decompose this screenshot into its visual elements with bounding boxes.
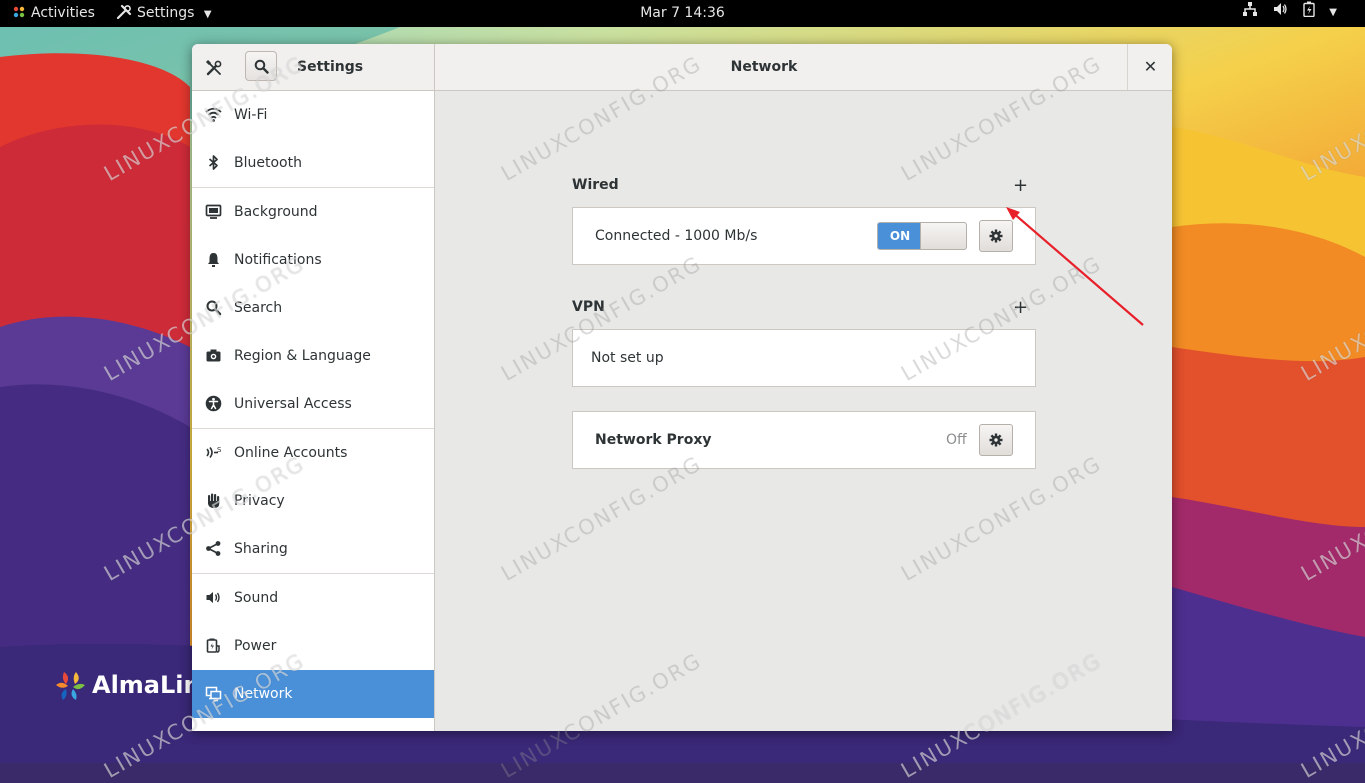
wired-connection-row: Connected - 1000 Mb/s ON [572,207,1036,265]
sidebar-item-region-language[interactable]: Region & Language [192,332,434,380]
wired-section-title: Wired [572,177,619,193]
switch-on-label: ON [889,229,911,243]
app-menu[interactable]: Settings ▼ [116,0,212,27]
network-panel: Wired + Connected - 1000 Mb/s ON VPN + N… [435,91,1172,731]
sidebar-header: Settings [192,44,435,90]
sidebar-item-label: Bluetooth [234,155,302,171]
wired-status: Connected - 1000 Mb/s [595,228,758,244]
accessibility-icon [205,395,222,412]
network-proxy-label: Network Proxy [595,432,712,448]
network-wired-icon [1242,0,1258,26]
sidebar-title: Settings [297,59,364,75]
search-icon [206,300,222,316]
background-icon [205,204,222,219]
search-icon [254,59,269,74]
gear-icon [989,433,1003,447]
search-button[interactable] [245,51,277,81]
gear-icon [989,229,1003,243]
sidebar-item-bluetooth[interactable]: Bluetooth [192,139,434,187]
settings-window: Settings Network ✕ Wi-Fi Bluetooth Backg… [192,44,1172,731]
top-bar: Activities Settings ▼ Mar 7 14:36 ▼ [0,0,1365,27]
svg-text:S: S [217,446,222,454]
sidebar-item-label: Region & Language [234,348,371,364]
desktop-logo-text: AlmaLin [92,671,201,699]
sidebar-item-label: Sharing [234,541,288,557]
sidebar-item-notifications[interactable]: Notifications [192,236,434,284]
sidebar-item-label: Universal Access [234,396,352,412]
sidebar-item-background[interactable]: Background [192,188,434,236]
tools-icon [116,4,132,20]
wired-toggle-switch[interactable]: ON [877,222,967,250]
tools-icon [205,59,222,76]
network-proxy-state: Off [946,432,967,448]
sidebar-item-label: Online Accounts [234,445,348,461]
switch-knob [920,223,966,249]
battery-icon [1303,0,1315,26]
header-bar: Settings Network ✕ [192,44,1172,91]
sidebar-item-label: Network [234,686,293,702]
proxy-settings-button[interactable] [979,424,1013,456]
vpn-status: Not set up [591,350,664,366]
close-button[interactable]: ✕ [1127,44,1172,90]
wifi-icon [205,107,222,122]
sidebar-item-label: Notifications [234,252,322,268]
bluetooth-icon [208,155,218,170]
almalinux-logo-icon [13,6,25,18]
sidebar-item-label: Privacy [234,493,285,509]
wired-settings-button[interactable] [979,220,1013,252]
add-vpn-button[interactable]: + [1013,299,1028,317]
sidebar-item-network[interactable]: Network [192,670,434,718]
sidebar-item-label: Background [234,204,318,220]
sidebar-item-sharing[interactable]: Sharing [192,525,434,573]
sidebar-item-power[interactable]: Power [192,622,434,670]
sidebar-item-wifi[interactable]: Wi-Fi [192,91,434,139]
sidebar-item-universal-access[interactable]: Universal Access [192,380,434,428]
share-icon [206,541,221,556]
almalinux-logo-icon [56,672,85,700]
speaker-icon [206,592,220,603]
sidebar-item-privacy[interactable]: Privacy [192,477,434,525]
power-icon [206,638,220,653]
bell-icon [208,253,219,267]
sidebar-item-online-accounts[interactable]: S Online Accounts [192,429,434,477]
hand-icon [208,493,220,508]
sidebar-item-label: Wi-Fi [234,107,268,123]
volume-icon [1272,0,1288,26]
page-title: Network [730,59,798,75]
system-tray[interactable]: ▼ [1232,0,1337,27]
almalinux-desktop-logo: AlmaLin [54,669,201,703]
online-accounts-icon: S [206,446,222,458]
sidebar-item-sound[interactable]: Sound [192,574,434,622]
sidebar-item-label: Search [234,300,283,316]
network-icon [205,686,222,702]
clock[interactable]: Mar 7 14:36 [640,5,725,21]
vpn-row: Not set up [572,329,1036,387]
network-proxy-row[interactable]: Network Proxy Off [572,411,1036,469]
camera-icon [206,349,221,362]
vpn-section-title: VPN [572,299,605,315]
chevron-down-icon: ▼ [1329,7,1337,18]
app-menu-label: Settings [137,5,195,21]
sidebar: Wi-Fi Bluetooth Background Notifications… [192,91,435,731]
sidebar-item-label: Power [234,638,277,654]
add-wired-connection-button[interactable]: + [1013,177,1028,195]
sidebar-item-label: Sound [234,590,279,606]
chevron-down-icon: ▼ [203,9,212,20]
activities-label: Activities [31,5,95,21]
activities-button[interactable]: Activities [13,0,95,27]
close-icon: ✕ [1143,57,1158,76]
sidebar-item-search[interactable]: Search [192,284,434,332]
